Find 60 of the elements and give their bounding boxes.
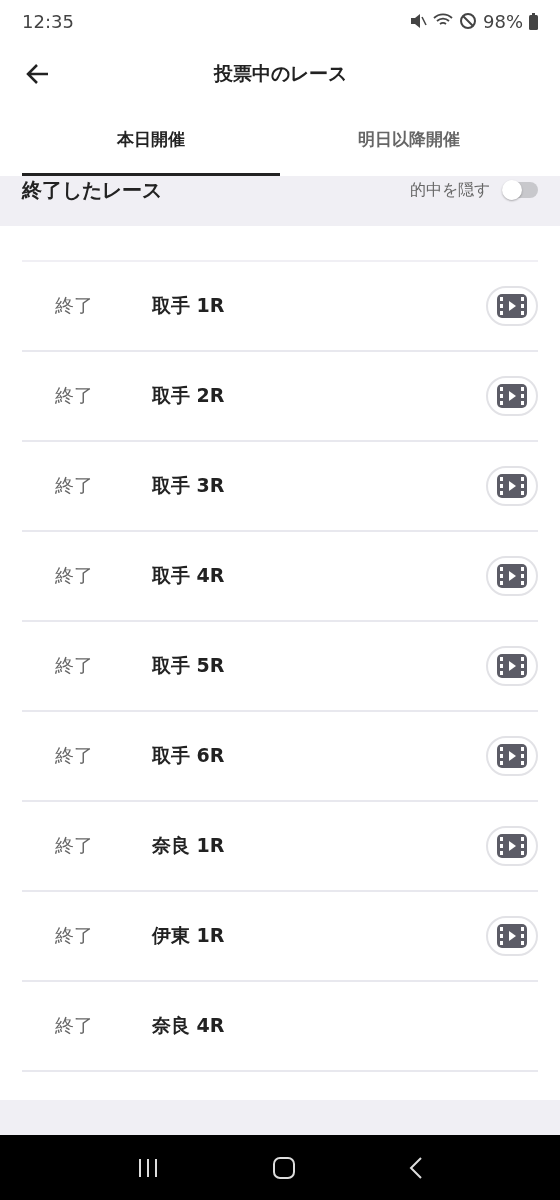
block-icon xyxy=(459,12,477,30)
race-row[interactable]: 終了 奈良 4R xyxy=(22,982,538,1072)
race-row[interactable]: 終了 取手 4R xyxy=(22,532,538,622)
video-button[interactable] xyxy=(486,826,538,866)
race-name: 奈良 1R xyxy=(152,833,226,858)
race-name: 取手 6R xyxy=(152,743,226,768)
mute-icon xyxy=(409,12,427,30)
race-status: 終了 xyxy=(54,833,94,858)
recent-apps-button[interactable] xyxy=(136,1157,159,1178)
battery-icon xyxy=(529,12,538,30)
race-status: 終了 xyxy=(54,293,94,318)
video-icon xyxy=(497,654,527,678)
section-title: 終了したレース xyxy=(22,177,162,204)
video-button[interactable] xyxy=(486,556,538,596)
video-icon xyxy=(497,744,527,768)
race-row[interactable]: 終了 取手 1R xyxy=(22,262,538,352)
race-status: 終了 xyxy=(54,743,94,768)
race-status: 終了 xyxy=(54,653,94,678)
race-status: 終了 xyxy=(54,563,94,588)
race-name: 取手 2R xyxy=(152,383,226,408)
back-nav-button[interactable] xyxy=(409,1155,424,1180)
race-name: 取手 3R xyxy=(152,473,226,498)
race-row[interactable]: 終了 取手 3R xyxy=(22,442,538,532)
race-row[interactable]: 終了 伊東 1R xyxy=(22,892,538,982)
toggle-switch[interactable] xyxy=(504,182,538,198)
back-arrow-icon xyxy=(26,63,50,85)
video-button[interactable] xyxy=(486,646,538,686)
video-icon xyxy=(497,924,527,948)
home-icon xyxy=(272,1155,296,1180)
video-icon xyxy=(497,294,527,318)
race-row[interactable]: 終了 取手 2R xyxy=(22,352,538,442)
race-name: 取手 4R xyxy=(152,563,226,588)
toggle-label: 的中を隠す xyxy=(410,179,490,201)
home-button[interactable] xyxy=(272,1155,296,1180)
status-time: 12:35 xyxy=(22,10,74,32)
video-icon xyxy=(497,564,527,588)
recent-apps-icon xyxy=(136,1157,159,1178)
race-name: 伊東 1R xyxy=(152,923,226,948)
video-button[interactable] xyxy=(486,916,538,956)
race-row[interactable]: 終了 取手 6R xyxy=(22,712,538,802)
video-icon xyxy=(497,834,527,858)
race-status: 終了 xyxy=(54,1013,94,1038)
page-title: 投票中のレース xyxy=(213,60,347,86)
race-name: 奈良 4R xyxy=(152,1013,226,1038)
race-name: 取手 1R xyxy=(152,293,226,318)
race-row[interactable]: 終了 取手 5R xyxy=(22,622,538,712)
video-icon xyxy=(497,474,527,498)
race-name: 取手 5R xyxy=(152,653,226,678)
race-status: 終了 xyxy=(54,473,94,498)
race-status: 終了 xyxy=(54,383,94,408)
race-row[interactable]: 終了 奈良 1R xyxy=(22,802,538,892)
video-button[interactable] xyxy=(486,736,538,776)
video-icon xyxy=(497,384,527,408)
video-button[interactable] xyxy=(486,376,538,416)
battery-percent: 98% xyxy=(483,10,523,32)
video-button[interactable] xyxy=(486,286,538,326)
back-chevron-icon xyxy=(409,1155,424,1180)
tab[interactable]: 明日以降開催 xyxy=(280,105,538,176)
race-status: 終了 xyxy=(54,923,94,948)
video-button[interactable] xyxy=(486,466,538,506)
